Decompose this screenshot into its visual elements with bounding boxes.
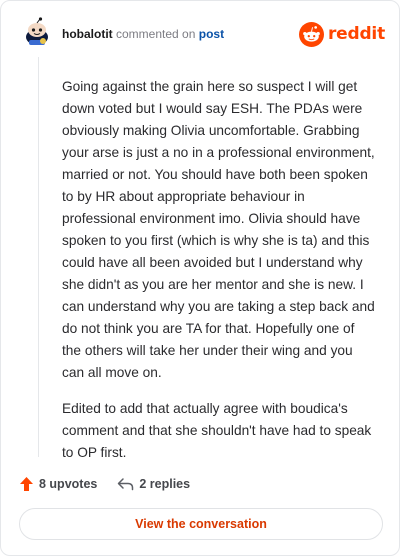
user-avatar[interactable] xyxy=(21,17,53,49)
view-conversation-button[interactable]: View the conversation xyxy=(19,508,383,540)
byline-action-text: commented on xyxy=(116,27,196,41)
reddit-logo[interactable]: reddit xyxy=(298,21,385,47)
replies-button[interactable]: 2 replies xyxy=(117,477,190,491)
comment-paragraph: Going against the grain here so suspect … xyxy=(62,79,375,380)
comment-header: hobalotit commented on post reddit xyxy=(15,15,385,53)
username-link[interactable]: hobalotit xyxy=(62,27,113,41)
reply-count: 2 replies xyxy=(139,477,191,491)
upvote-count: 8 upvotes xyxy=(39,477,98,491)
reply-icon xyxy=(118,478,134,491)
upvote-button[interactable]: 8 upvotes xyxy=(19,476,97,492)
post-link[interactable]: post xyxy=(199,27,224,41)
reddit-logo-icon xyxy=(298,21,324,47)
comment-paragraph: Edited to add that actually agree with b… xyxy=(62,401,372,460)
thread-line xyxy=(38,57,39,457)
comment-actions: 8 upvotes 2 replies xyxy=(19,472,190,496)
upvote-arrow-icon xyxy=(20,477,33,491)
reddit-wordmark: reddit xyxy=(327,24,385,44)
comment-byline: hobalotit commented on post xyxy=(62,26,224,42)
comment-embed-card: hobalotit commented on post reddit Going… xyxy=(0,0,400,556)
comment-body: Going against the grain here so suspect … xyxy=(62,76,377,478)
